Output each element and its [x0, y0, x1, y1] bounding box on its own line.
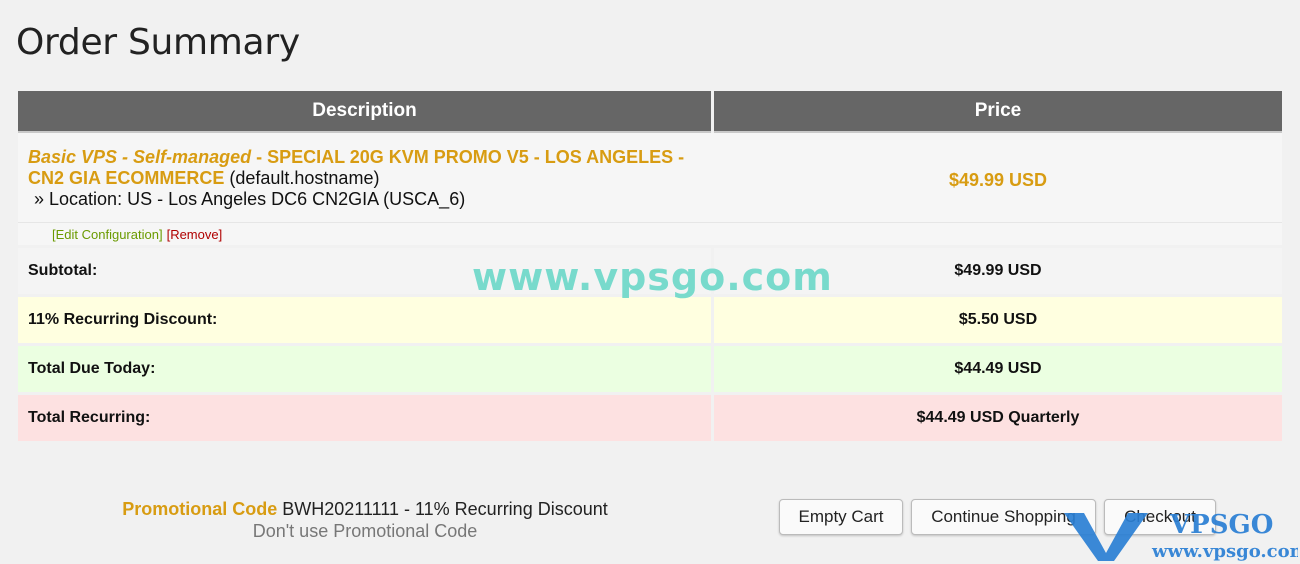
cart-item-row: Basic VPS - Self-managed - SPECIAL 20G K…	[18, 133, 1282, 222]
total-recurring-label: Total Recurring:	[18, 395, 711, 441]
vpsgo-logo-text: VPSGO	[1169, 510, 1273, 540]
total-recurring-row: Total Recurring: $44.49 USD Quarterly	[18, 395, 1282, 441]
page-title: Order Summary	[16, 22, 300, 63]
product-group-name: Basic VPS - Self-managed	[28, 147, 252, 167]
cart-item-actions: [Edit Configuration] [Remove]	[18, 222, 1282, 245]
discount-row: 11% Recurring Discount: $5.50 USD	[18, 297, 1282, 343]
vpsgo-v-mark-icon	[1064, 513, 1148, 561]
price-column-header: Price	[714, 91, 1282, 133]
discount-value: $5.50 USD	[714, 297, 1282, 343]
cart-item-price-cell: $49.99 USD	[714, 133, 1282, 222]
remove-promo-code-link[interactable]: Don't use Promotional Code	[60, 520, 670, 542]
vpsgo-watermark-logo: VPSGO www.vpsgo.com	[1064, 510, 1298, 562]
promo-code-block: Promotional Code BWH20211111 - 11% Recur…	[60, 498, 670, 542]
description-column-header: Description	[18, 91, 711, 133]
discount-label: 11% Recurring Discount:	[18, 297, 711, 343]
product-location: » Location: US - Los Angeles DC6 CN2GIA …	[34, 189, 466, 209]
total-due-row: Total Due Today: $44.49 USD	[18, 346, 1282, 392]
edit-configuration-link[interactable]: [Edit Configuration]	[52, 227, 163, 242]
cart-item-description: Basic VPS - Self-managed - SPECIAL 20G K…	[18, 133, 711, 222]
cart-item-price: $49.99 USD	[948, 170, 1048, 190]
total-due-value: $44.49 USD	[714, 346, 1282, 392]
empty-cart-button[interactable]: Empty Cart	[779, 499, 903, 535]
total-recurring-value: $44.49 USD Quarterly	[714, 395, 1282, 441]
table-header-row: Description Price	[18, 91, 1282, 133]
product-hostname: (default.hostname)	[224, 168, 380, 188]
promo-code-label: Promotional Code	[122, 499, 278, 519]
product-separator: -	[251, 147, 268, 167]
total-due-label: Total Due Today:	[18, 346, 711, 392]
promo-code-value: BWH20211111 - 11% Recurring Discount	[277, 499, 608, 519]
watermark-text: www.vpsgo.com	[472, 255, 833, 299]
vpsgo-logo-url: www.vpsgo.com	[1151, 541, 1298, 562]
promo-code-line: Promotional Code BWH20211111 - 11% Recur…	[60, 498, 670, 520]
remove-item-link[interactable]: [Remove]	[167, 227, 223, 242]
